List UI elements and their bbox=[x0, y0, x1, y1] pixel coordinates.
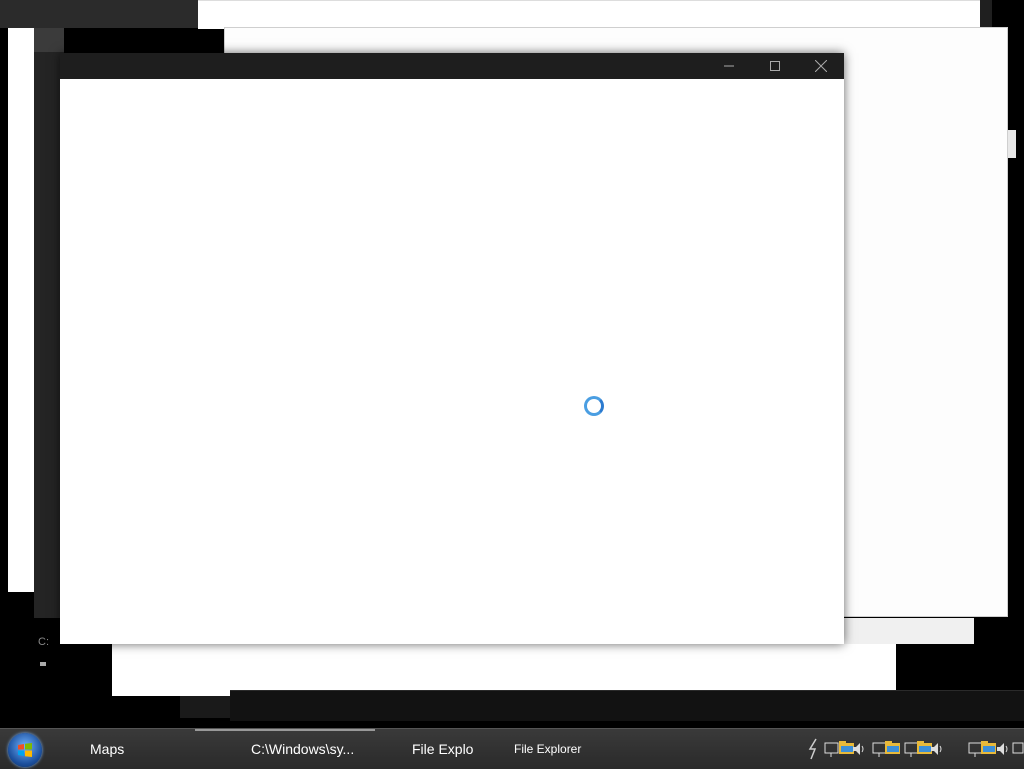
background-window bbox=[230, 690, 1024, 721]
taskbar-item-cmd[interactable]: C:\Windows\sy... bbox=[251, 741, 354, 757]
background-cmd-prompt: C: bbox=[38, 636, 49, 648]
close-button[interactable] bbox=[798, 53, 844, 79]
window-titlebar[interactable] bbox=[60, 53, 844, 79]
volume-icon[interactable] bbox=[996, 737, 1010, 761]
background-window bbox=[198, 0, 982, 29]
background-cmd-cursor bbox=[40, 662, 46, 666]
volume-icon[interactable] bbox=[852, 737, 866, 761]
background-window-titlebar bbox=[0, 0, 198, 28]
taskbar-item-file-explorer[interactable]: File Explo bbox=[412, 741, 473, 757]
volume-icon[interactable] bbox=[930, 737, 944, 761]
windows-logo-icon bbox=[18, 743, 32, 757]
window-content bbox=[60, 79, 844, 644]
monitor-icon[interactable] bbox=[1012, 737, 1024, 761]
close-icon bbox=[815, 60, 827, 72]
taskbar-item-maps[interactable]: Maps bbox=[90, 741, 124, 757]
loading-spinner-icon bbox=[584, 396, 604, 416]
network-icon[interactable] bbox=[806, 737, 822, 761]
maximize-icon bbox=[770, 61, 780, 71]
background-scrollbar bbox=[1008, 130, 1016, 158]
main-window[interactable] bbox=[60, 53, 844, 644]
taskbar: Maps C:\Windows\sy... File Explo File Ex… bbox=[0, 728, 1024, 769]
taskbar-highlight bbox=[195, 729, 375, 731]
start-button[interactable] bbox=[8, 733, 42, 767]
minimize-button[interactable] bbox=[706, 53, 752, 79]
folder-icon[interactable] bbox=[884, 737, 902, 761]
background-window bbox=[980, 0, 992, 28]
taskbar-item-file-explorer-2[interactable]: File Explorer bbox=[514, 742, 581, 756]
background-window bbox=[112, 644, 896, 696]
maximize-button[interactable] bbox=[752, 53, 798, 79]
minimize-icon bbox=[724, 65, 734, 67]
